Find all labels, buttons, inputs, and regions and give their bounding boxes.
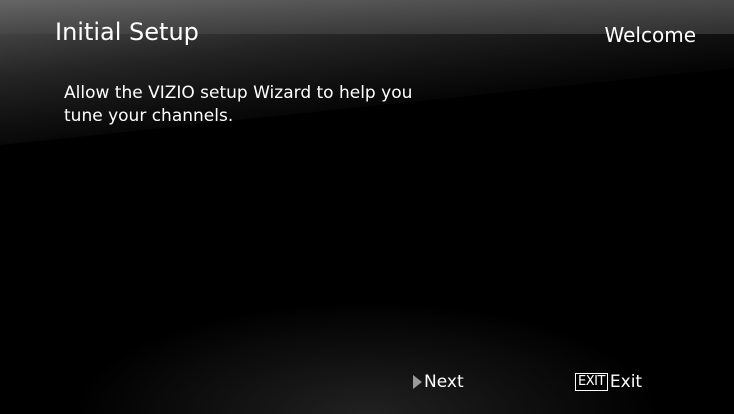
background-sheen xyxy=(0,0,734,145)
step-label: Welcome xyxy=(604,23,696,47)
exit-button[interactable]: EXIT Exit xyxy=(575,372,642,392)
setup-screen: Initial Setup Welcome Allow the VIZIO se… xyxy=(0,0,734,414)
page-title: Initial Setup xyxy=(55,18,199,46)
next-label: Next xyxy=(424,372,464,392)
wizard-message: Allow the VIZIO setup Wizard to help you… xyxy=(64,83,413,126)
exit-key-icon: EXIT xyxy=(575,373,608,391)
exit-label: Exit xyxy=(609,372,643,392)
next-button[interactable]: Next xyxy=(413,372,464,392)
play-triangle-icon xyxy=(413,375,422,389)
